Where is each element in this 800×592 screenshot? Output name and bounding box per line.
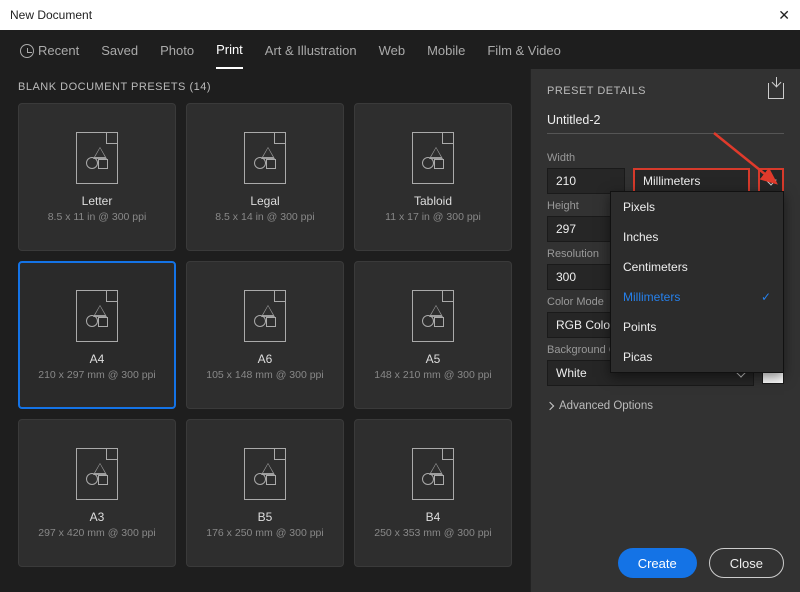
chevron-right-icon <box>546 402 554 410</box>
document-icon <box>412 448 454 500</box>
document-icon <box>76 448 118 500</box>
preset-meta: 11 x 17 in @ 300 ppi <box>385 211 481 223</box>
tab-photo[interactable]: Photo <box>160 43 194 68</box>
preset-meta: 8.5 x 11 in @ 300 ppi <box>48 211 147 223</box>
preset-meta: 297 x 420 mm @ 300 ppi <box>38 527 155 539</box>
preset-card[interactable]: Tabloid 11 x 17 in @ 300 ppi <box>354 103 512 251</box>
preset-card[interactable]: Letter 8.5 x 11 in @ 300 ppi <box>18 103 176 251</box>
tab-print[interactable]: Print <box>216 42 243 69</box>
units-option[interactable]: Centimeters <box>611 252 783 282</box>
dialog-footer: Create Close <box>530 536 800 592</box>
advanced-options-toggle[interactable]: Advanced Options <box>547 400 784 412</box>
preset-name: Letter <box>82 194 113 208</box>
preset-meta: 8.5 x 14 in @ 300 ppi <box>215 211 314 223</box>
presets-heading: BLANK DOCUMENT PRESETS (14) <box>18 81 512 93</box>
preset-details-panel: PRESET DETAILS Width Millimeters Height … <box>530 69 800 591</box>
preset-card[interactable]: B5 176 x 250 mm @ 300 ppi <box>186 419 344 567</box>
preset-card[interactable]: A5 148 x 210 mm @ 300 ppi <box>354 261 512 409</box>
category-tabs: Recent Saved Photo Print Art & Illustrat… <box>0 30 800 69</box>
document-icon <box>76 132 118 184</box>
preset-meta: 176 x 250 mm @ 300 ppi <box>206 527 323 539</box>
preset-card[interactable]: B4 250 x 353 mm @ 300 ppi <box>354 419 512 567</box>
details-heading: PRESET DETAILS <box>547 85 646 97</box>
document-icon <box>244 290 286 342</box>
check-icon: ✓ <box>761 290 771 304</box>
preset-name: B5 <box>258 510 273 524</box>
units-option[interactable]: Points <box>611 312 783 342</box>
preset-name: Legal <box>250 194 279 208</box>
preset-meta: 210 x 297 mm @ 300 ppi <box>38 369 155 381</box>
preset-name: A5 <box>426 352 441 366</box>
create-button[interactable]: Create <box>618 548 697 578</box>
preset-meta: 105 x 148 mm @ 300 ppi <box>206 369 323 381</box>
tab-web[interactable]: Web <box>379 43 406 68</box>
tab-recent[interactable]: Recent <box>20 43 79 68</box>
save-preset-icon[interactable] <box>768 83 784 99</box>
preset-card[interactable]: A4 210 x 297 mm @ 300 ppi <box>18 261 176 409</box>
units-value: Millimeters <box>643 174 700 188</box>
document-icon <box>412 132 454 184</box>
window-title: New Document <box>10 8 92 22</box>
preset-meta: 250 x 353 mm @ 300 ppi <box>374 527 491 539</box>
tab-mobile[interactable]: Mobile <box>427 43 465 68</box>
units-dropdown-menu: PixelsInchesCentimetersMillimeters✓Point… <box>610 191 784 373</box>
preset-name: B4 <box>426 510 441 524</box>
close-icon[interactable]: ✕ <box>778 7 790 24</box>
titlebar: New Document ✕ <box>0 0 800 30</box>
preset-grid: Letter 8.5 x 11 in @ 300 ppi Legal 8.5 x 14… <box>18 103 512 567</box>
document-icon <box>244 132 286 184</box>
preset-card[interactable]: A3 297 x 420 mm @ 300 ppi <box>18 419 176 567</box>
preset-name: A6 <box>258 352 273 366</box>
chevron-down-icon <box>765 174 776 185</box>
units-option[interactable]: Inches <box>611 222 783 252</box>
preset-meta: 148 x 210 mm @ 300 ppi <box>374 369 491 381</box>
preset-card[interactable]: Legal 8.5 x 14 in @ 300 ppi <box>186 103 344 251</box>
document-icon <box>412 290 454 342</box>
units-option[interactable]: Picas <box>611 342 783 372</box>
preset-name: A4 <box>90 352 105 366</box>
width-label: Width <box>547 152 784 164</box>
preset-name: A3 <box>90 510 105 524</box>
document-name-input[interactable] <box>547 111 784 134</box>
units-option[interactable]: Pixels <box>611 192 783 222</box>
clock-icon <box>20 44 34 58</box>
tab-film[interactable]: Film & Video <box>487 43 560 68</box>
units-option[interactable]: Millimeters✓ <box>611 282 783 312</box>
tab-saved[interactable]: Saved <box>101 43 138 68</box>
document-icon <box>76 290 118 342</box>
preset-card[interactable]: A6 105 x 148 mm @ 300 ppi <box>186 261 344 409</box>
close-button[interactable]: Close <box>709 548 784 578</box>
preset-name: Tabloid <box>414 194 452 208</box>
tab-art[interactable]: Art & Illustration <box>265 43 357 68</box>
document-icon <box>244 448 286 500</box>
